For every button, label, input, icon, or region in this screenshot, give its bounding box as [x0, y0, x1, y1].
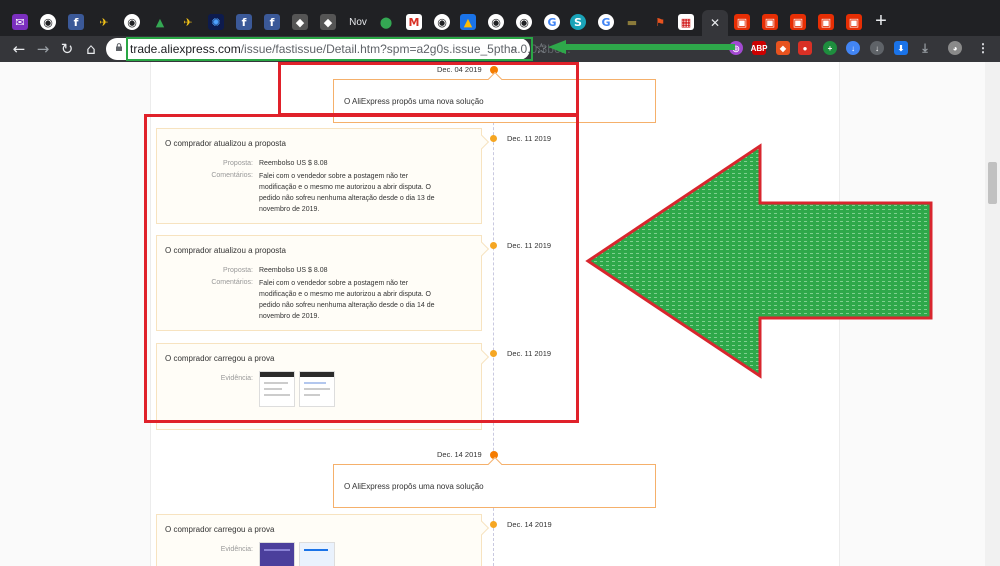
back-icon[interactable]: ←	[10, 40, 28, 58]
tab[interactable]: G	[594, 10, 618, 34]
new-tab-button[interactable]: +	[872, 11, 890, 31]
facebook-icon: f	[264, 14, 280, 30]
globe-icon: ◉	[40, 14, 56, 30]
download-extension-icon[interactable]: ↓	[846, 41, 860, 55]
google-ads-icon: ▲	[460, 14, 476, 30]
tab[interactable]: ◉	[484, 10, 508, 34]
download-arrow-icon[interactable]: ⬇	[894, 41, 908, 55]
news-icon: ▦	[678, 14, 694, 30]
maps-pin-icon: ⬤	[378, 14, 394, 30]
globe-icon: ◉	[516, 14, 532, 30]
mail-icon: ✉	[12, 14, 28, 30]
avatar[interactable]: ◕	[948, 41, 962, 55]
evidence-label: Evidência:	[220, 546, 253, 553]
tab[interactable]: Nov	[346, 10, 370, 34]
adblock-plus-icon[interactable]: ABP	[751, 41, 767, 55]
star-map-icon: ✺	[208, 14, 224, 30]
event-date: Dec. 14 2019	[507, 520, 552, 529]
extension-icon[interactable]: ◎	[729, 41, 743, 55]
home-icon[interactable]: ⌂	[82, 40, 100, 58]
bird-icon: ✈	[180, 14, 196, 30]
reload-icon[interactable]: ↻	[58, 40, 76, 58]
globe-icon: ◉	[488, 14, 504, 30]
tab-strip: ✉ ◉ f ✈ ◉ ▲ ✈ ✺ f f ◆ ◆ Nov ⬤ M ◉ ▲ ◉ ◉ …	[0, 0, 1000, 36]
menu-icon[interactable]: ⋮	[976, 41, 990, 55]
gmail-icon: M	[406, 14, 422, 30]
evidence-thumbnail[interactable]	[299, 542, 335, 566]
tab[interactable]: ✈	[92, 10, 116, 34]
tab[interactable]: ▬	[620, 10, 644, 34]
shield-extension-icon[interactable]: ◆	[776, 41, 790, 55]
tab[interactable]: ▦	[674, 10, 698, 34]
event-date: Dec. 14 2019	[437, 450, 482, 459]
lock-icon	[116, 43, 122, 51]
tab[interactable]: ▣	[730, 10, 754, 34]
forward-icon[interactable]: →	[34, 40, 52, 58]
highlight-box	[278, 62, 579, 116]
tab[interactable]: M	[402, 10, 426, 34]
facebook-icon: f	[236, 14, 252, 30]
google-icon: G	[598, 14, 614, 30]
figure-icon: ⚑	[652, 14, 668, 30]
tab[interactable]: ◉	[120, 10, 144, 34]
tab[interactable]: ◆	[288, 10, 312, 34]
system-event-text: O AliExpress propôs uma nova solução	[344, 481, 484, 491]
globe-icon: ◉	[434, 14, 450, 30]
tab-active[interactable]: ✕	[702, 10, 728, 36]
tab[interactable]: ▣	[842, 10, 866, 34]
tab[interactable]: ✺	[204, 10, 228, 34]
save-extension-icon[interactable]: ↓	[870, 41, 884, 55]
downloads-icon[interactable]: ⤓	[918, 41, 932, 55]
tab[interactable]: ▲	[456, 10, 480, 34]
bird-icon: ✈	[96, 14, 112, 30]
aliexpress-icon: ▣	[846, 14, 862, 30]
tab[interactable]: ◉	[512, 10, 536, 34]
google-icon: G	[544, 14, 560, 30]
tab[interactable]: ▣	[814, 10, 838, 34]
tab[interactable]: ▲	[148, 10, 172, 34]
globe-icon: ◉	[124, 14, 140, 30]
scrollbar[interactable]	[985, 62, 1000, 566]
aliexpress-icon: ▣	[818, 14, 834, 30]
facebook-icon: f	[68, 14, 84, 30]
plus-extension-icon[interactable]: +	[823, 41, 837, 55]
tab[interactable]: G	[540, 10, 564, 34]
tab[interactable]: ✈	[176, 10, 200, 34]
google-drive-icon: ▲	[152, 14, 168, 30]
record-extension-icon[interactable]: ●	[798, 41, 812, 55]
aliexpress-icon: ▣	[762, 14, 778, 30]
event-title: O comprador carregou a prova	[165, 525, 275, 534]
tab[interactable]: ▣	[786, 10, 810, 34]
aliexpress-icon: ▣	[790, 14, 806, 30]
tab[interactable]: ⬤	[374, 10, 398, 34]
system-event-box: O AliExpress propôs uma nova solução	[333, 456, 656, 508]
tab[interactable]: ◆	[316, 10, 340, 34]
tab[interactable]: S	[566, 10, 590, 34]
tab[interactable]: f	[260, 10, 284, 34]
tab[interactable]: f	[232, 10, 256, 34]
shield-icon: ◆	[292, 14, 308, 30]
bookmark-star-icon[interactable]: ☆	[535, 40, 548, 57]
tab[interactable]: f	[64, 10, 88, 34]
tab-label: Nov	[349, 16, 367, 28]
tab[interactable]: ⚑	[648, 10, 672, 34]
evidence-thumbnail[interactable]	[259, 542, 295, 566]
tab[interactable]: ◉	[36, 10, 60, 34]
tab[interactable]: ✉	[8, 10, 32, 34]
hat-icon: ▬	[624, 14, 640, 30]
tab[interactable]: ◉	[430, 10, 454, 34]
aliexpress-icon: ▣	[734, 14, 750, 30]
close-icon[interactable]: ✕	[710, 16, 720, 30]
s-icon: S	[570, 14, 586, 30]
url-highlight-box	[126, 37, 533, 61]
buyer-event-box: O comprador carregou a prova Evidência:	[156, 514, 490, 566]
scrollbar-thumb[interactable]	[988, 162, 997, 204]
tab[interactable]: ▣	[758, 10, 782, 34]
shield-icon: ◆	[320, 14, 336, 30]
highlight-box	[144, 114, 579, 423]
browser-window: ✉ ◉ f ✈ ◉ ▲ ✈ ✺ f f ◆ ◆ Nov ⬤ M ◉ ▲ ◉ ◉ …	[0, 0, 1000, 566]
timeline-dot	[490, 521, 497, 528]
